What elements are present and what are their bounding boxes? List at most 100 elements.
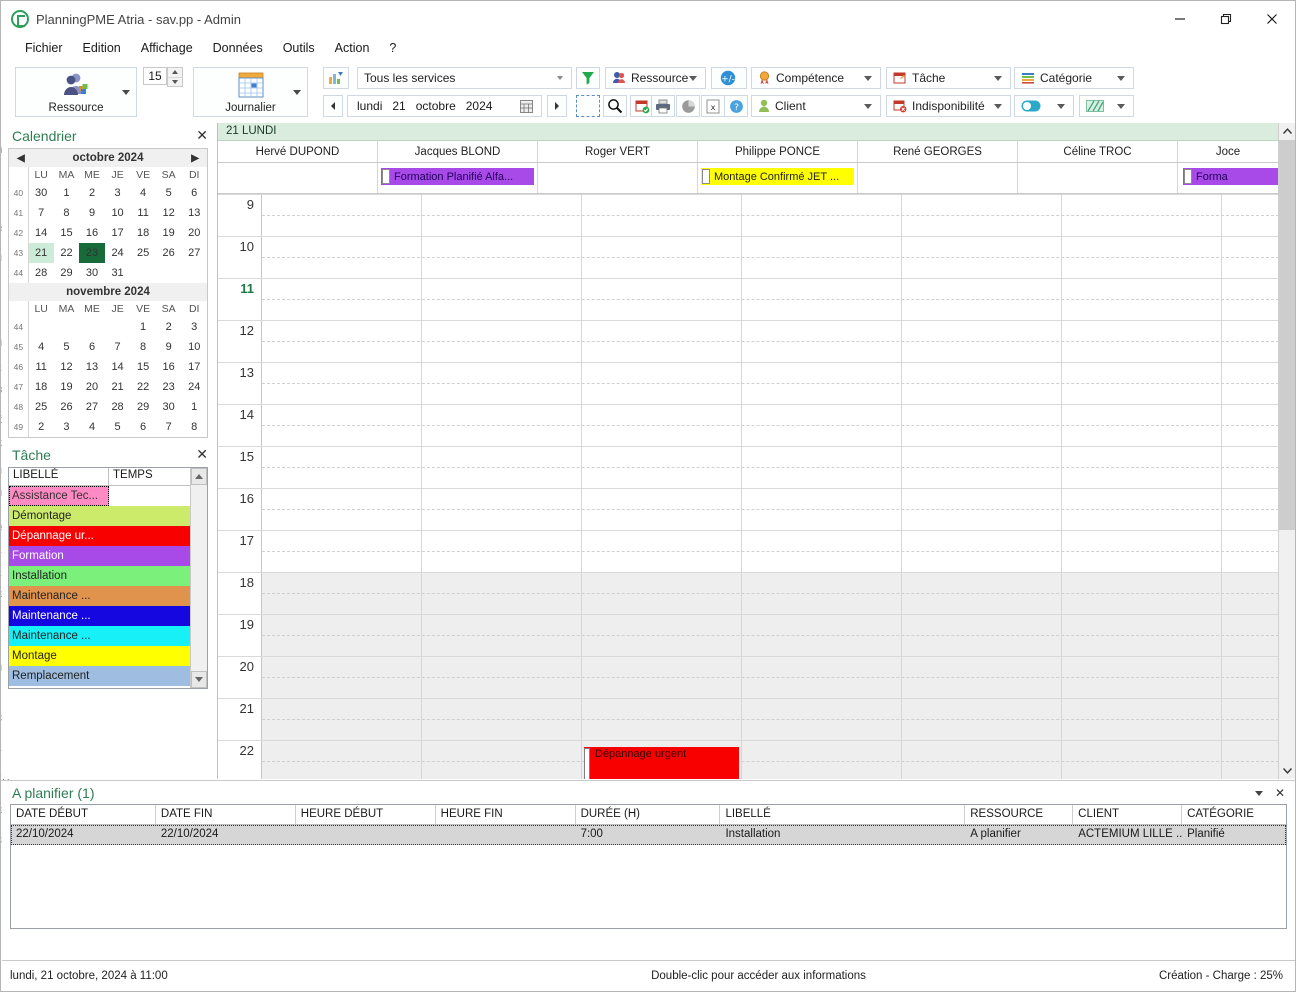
stepper-down-icon[interactable] xyxy=(168,77,182,87)
calendar-day[interactable]: 28 xyxy=(28,263,54,283)
resource-header-cell[interactable]: Joce xyxy=(1178,141,1279,162)
allday-cell[interactable]: Forma xyxy=(1178,163,1279,193)
chevron-down-icon[interactable] xyxy=(1117,76,1125,81)
col-libelle[interactable]: LIBELLÉ xyxy=(720,805,965,824)
chevron-down-icon[interactable] xyxy=(994,104,1002,109)
task-row[interactable]: Maintenance ... xyxy=(9,586,192,606)
task-row[interactable]: Maintenance ... xyxy=(9,626,192,646)
calendar-day[interactable]: 18 xyxy=(28,377,54,397)
calendar-day[interactable]: 5 xyxy=(105,417,131,437)
menu-action[interactable]: Action xyxy=(325,39,380,57)
calendar-day[interactable]: 17 xyxy=(181,357,207,377)
calendar-day[interactable]: 24 xyxy=(105,243,131,263)
chevron-down-icon[interactable] xyxy=(1057,104,1065,109)
appointment-formation[interactable]: Formation Planifié Alfa... xyxy=(381,168,534,185)
calendar-day-today[interactable]: 23 xyxy=(79,243,105,263)
calendar-day[interactable]: 14 xyxy=(28,223,54,243)
scrollbar-thumb[interactable] xyxy=(1279,140,1295,530)
task-col-libelle[interactable]: LIBELLÉ xyxy=(9,468,109,485)
menu-fichier[interactable]: Fichier xyxy=(15,39,73,57)
calendar-day[interactable]: 30 xyxy=(28,183,54,203)
calendar-day[interactable]: 29 xyxy=(130,397,156,417)
calendar-day[interactable]: 4 xyxy=(79,417,105,437)
chevron-down-icon[interactable] xyxy=(864,104,872,109)
calendar-day[interactable]: 1 xyxy=(181,397,207,417)
chevron-down-icon[interactable] xyxy=(689,76,697,81)
calendar-day[interactable]: 7 xyxy=(28,203,54,223)
calendar-day[interactable]: 27 xyxy=(181,243,207,263)
search-icon[interactable] xyxy=(603,95,627,117)
calendar-day[interactable]: 16 xyxy=(156,357,182,377)
col-date-fin[interactable]: DATE FIN xyxy=(156,805,296,824)
calendar-day[interactable] xyxy=(105,317,131,337)
calendar-day[interactable]: 9 xyxy=(156,337,182,357)
calendar-next-icon[interactable]: ▶ xyxy=(191,153,199,164)
calendar-day[interactable] xyxy=(79,317,105,337)
calendar-day[interactable]: 11 xyxy=(28,357,54,377)
resource-filter-combo[interactable]: Ressource xyxy=(605,67,706,89)
calendar-day[interactable]: 22 xyxy=(130,377,156,397)
category-filter-combo[interactable]: Catégorie xyxy=(1014,67,1134,89)
calendar-day[interactable]: 17 xyxy=(105,223,131,243)
resource-header-cell[interactable]: Philippe PONCE xyxy=(698,141,858,162)
calendar-day[interactable]: 5 xyxy=(156,183,182,203)
calendar-day[interactable]: 31 xyxy=(105,263,131,283)
calendar-day[interactable] xyxy=(156,263,182,283)
calendar-day[interactable]: 22 xyxy=(54,243,80,263)
toggle-option-1[interactable] xyxy=(1014,95,1074,117)
client-filter-combo[interactable]: Client xyxy=(751,95,881,117)
scroll-up-icon[interactable] xyxy=(191,468,207,485)
plus-minus-button[interactable]: +/- xyxy=(711,67,747,89)
calendar-day[interactable]: 3 xyxy=(105,183,131,203)
task-row[interactable]: Démontage xyxy=(9,506,192,526)
calendar-day[interactable]: 26 xyxy=(156,243,182,263)
scroll-up-icon[interactable] xyxy=(1279,123,1295,140)
calendar-day[interactable]: 6 xyxy=(130,417,156,437)
menu-donnees[interactable]: Données xyxy=(203,39,273,57)
menu-affichage[interactable]: Affichage xyxy=(131,39,203,57)
col-heure-debut[interactable]: HEURE DÉBUT xyxy=(296,805,436,824)
resource-header-cell[interactable]: Jacques BLOND xyxy=(378,141,538,162)
calendar-day[interactable]: 13 xyxy=(181,203,207,223)
close-icon[interactable]: ✕ xyxy=(1275,786,1285,800)
task-filter-combo[interactable]: Tâche xyxy=(886,67,1011,89)
service-filter-combo[interactable]: Tous les services xyxy=(357,67,572,89)
chevron-down-icon[interactable] xyxy=(557,76,563,80)
calendar-prev-icon[interactable]: ◀ xyxy=(17,153,25,164)
task-list-scrollbar[interactable] xyxy=(190,468,207,688)
service-chart-button[interactable] xyxy=(323,67,349,89)
selection-icon[interactable] xyxy=(576,95,600,117)
calendar-day[interactable]: 8 xyxy=(54,203,80,223)
resource-header-cell[interactable]: Hervé DUPOND xyxy=(218,141,378,162)
allday-cell[interactable]: Montage Confirmé JET ... xyxy=(698,163,858,193)
stepper-up-icon[interactable] xyxy=(168,68,182,77)
scroll-down-icon[interactable] xyxy=(1279,762,1295,779)
allday-cell[interactable] xyxy=(1018,163,1178,193)
calendar-day[interactable]: 4 xyxy=(28,337,54,357)
allday-cell[interactable] xyxy=(538,163,698,193)
appointment-montage[interactable]: Montage Confirmé JET ... xyxy=(701,168,854,185)
chevron-down-icon[interactable] xyxy=(293,90,301,95)
calendar-day[interactable]: 7 xyxy=(156,417,182,437)
toggle-option-2[interactable] xyxy=(1079,95,1134,117)
col-heure-fin[interactable]: HEURE FIN xyxy=(436,805,576,824)
table-row[interactable]: 22/10/2024 22/10/2024 7:00 Installation … xyxy=(11,825,1286,845)
calendar-day[interactable] xyxy=(54,317,80,337)
prev-date-button[interactable] xyxy=(323,95,343,117)
col-categorie[interactable]: CATÉGORIE xyxy=(1182,805,1286,824)
date-picker[interactable]: lundi 21 octobre 2024 xyxy=(347,95,542,117)
calendar-day[interactable]: 1 xyxy=(54,183,80,203)
allday-cell[interactable] xyxy=(858,163,1018,193)
close-button[interactable] xyxy=(1249,1,1295,37)
calendar-day[interactable]: 8 xyxy=(181,417,207,437)
calendar-day[interactable]: 16 xyxy=(79,223,105,243)
calendar-day[interactable]: 25 xyxy=(130,243,156,263)
help-icon[interactable]: ? xyxy=(724,95,748,117)
next-date-button[interactable] xyxy=(547,95,567,117)
calendar-day[interactable]: 11 xyxy=(130,203,156,223)
calendar-day[interactable]: 15 xyxy=(54,223,80,243)
task-row[interactable]: Installation xyxy=(9,566,192,586)
appointment-depannage-urgent[interactable]: Dépannage urgent xyxy=(584,747,739,779)
calendar-day[interactable]: 30 xyxy=(156,397,182,417)
chevron-down-icon[interactable] xyxy=(994,76,1002,81)
